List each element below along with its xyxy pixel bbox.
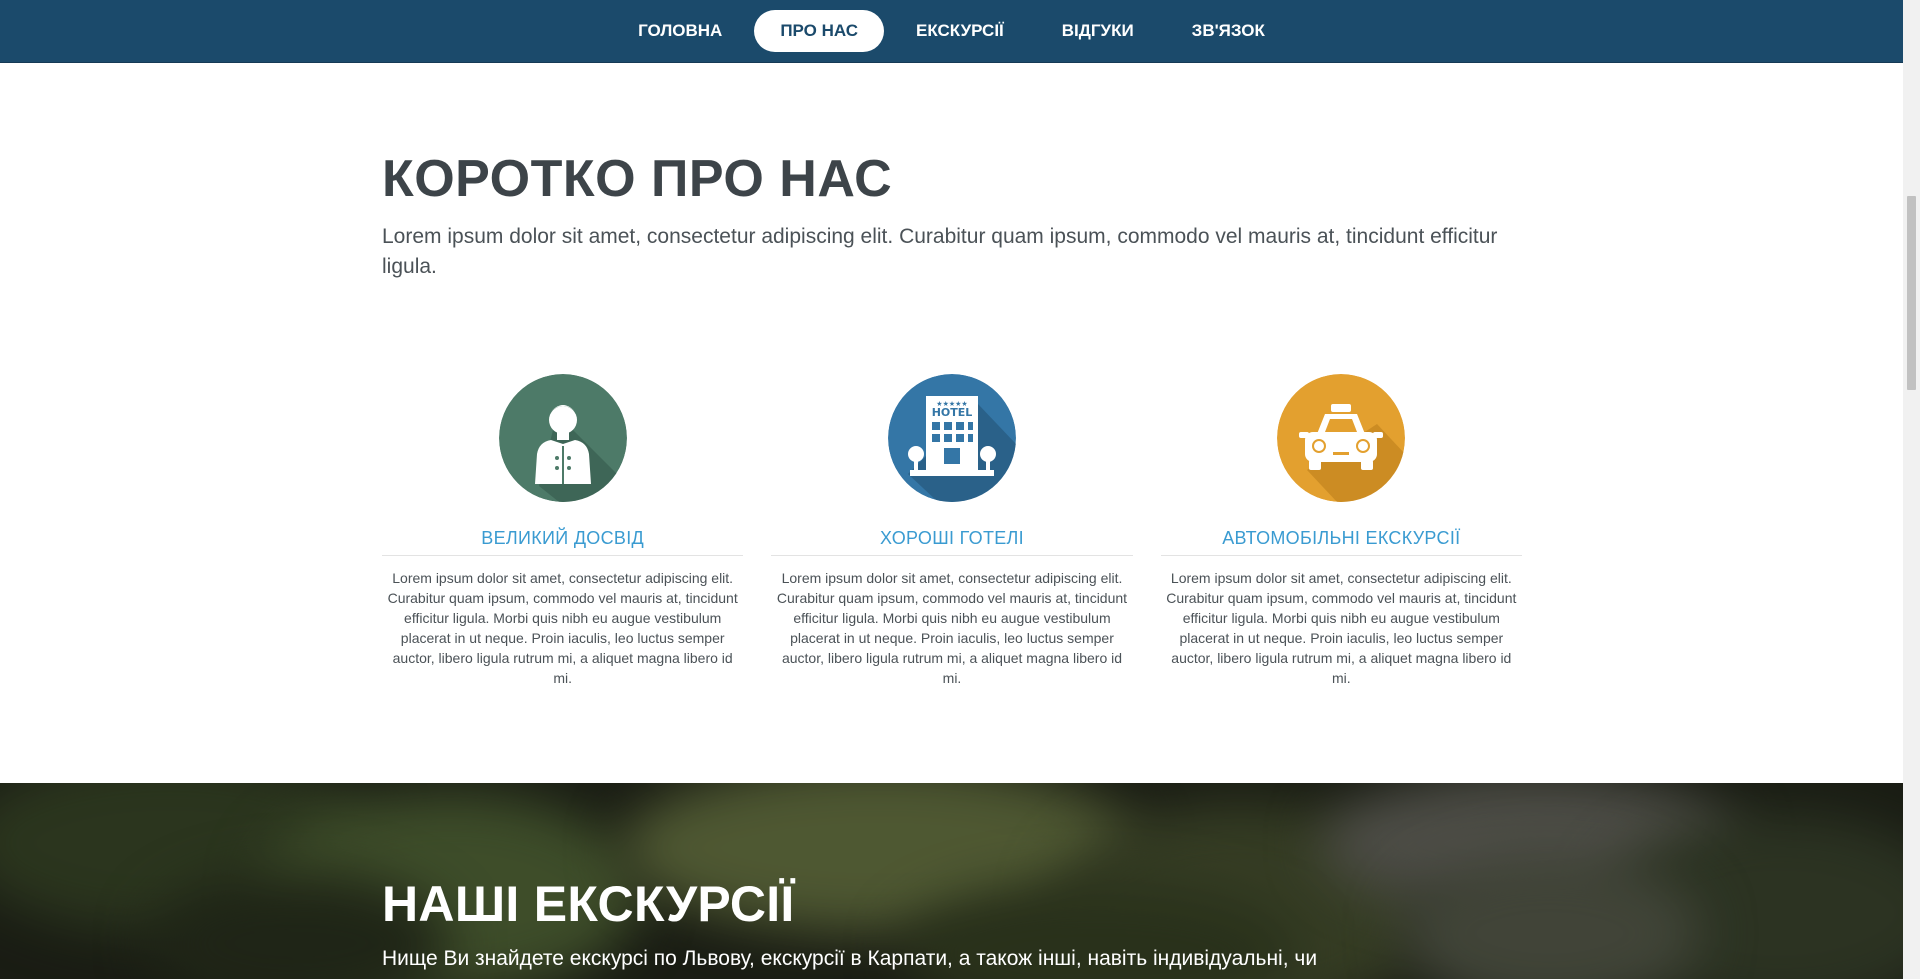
nav-item-reviews[interactable]: ВІДГУКИ	[1036, 10, 1160, 52]
receptionist-icon	[498, 374, 627, 502]
scroll-thumb[interactable]	[1907, 196, 1916, 390]
scrollbar[interactable]	[1903, 0, 1920, 979]
hotel-sign: HOTEL	[932, 406, 973, 419]
nav-menu: ГОЛОВНА ПРО НАС ЕКСКУРСІЇ ВІДГУКИ ЗВ'ЯЗО…	[0, 10, 1903, 52]
feature-title: АВТОМОБІЛЬНІ ЕКСКУРСІЇ	[1160, 528, 1522, 556]
about-lead: Lorem ipsum dolor sit amet, consectetur …	[382, 225, 1498, 279]
feature-text: Lorem ipsum dolor sit amet, consectetur …	[776, 570, 1128, 686]
tours-text: Нище Ви знайдете екскурсі по Львову, екс…	[382, 947, 1318, 970]
feature-text: Lorem ipsum dolor sit amet, consectetur …	[387, 570, 738, 686]
feature-car-tours: АВТОМОБІЛЬНІ ЕКСКУРСІЇ Lorem ipsum dolor…	[1160, 374, 1522, 688]
feature-hotels: ★★★★★ HOTEL ХОРОШІ ГОТЕЛІ Lorem ipsum do…	[771, 374, 1133, 688]
tours-section: НАШІ ЕКСКУРСІЇ Нище Ви знайдете екскурсі…	[0, 783, 1903, 979]
taxi-icon	[1277, 374, 1406, 502]
navbar: ГОЛОВНА ПРО НАС ЕКСКУРСІЇ ВІДГУКИ ЗВ'ЯЗО…	[0, 0, 1903, 63]
hotel-icon: ★★★★★ HOTEL	[887, 374, 1016, 502]
page: ГОЛОВНА ПРО НАС ЕКСКУРСІЇ ВІДГУКИ ЗВ'ЯЗО…	[0, 0, 1903, 979]
nav-item-about[interactable]: ПРО НАС	[754, 10, 884, 52]
feature-text: Lorem ipsum dolor sit amet, consectetur …	[1166, 570, 1517, 686]
about-section: КОРОТКО ПРО НАС Lorem ipsum dolor sit am…	[382, 150, 1522, 282]
nav-item-contact[interactable]: ЗВ'ЯЗОК	[1166, 10, 1291, 52]
tours-title: НАШІ ЕКСКУРСІЇ	[382, 876, 795, 932]
features-row: ВЕЛИКИЙ ДОСВІД Lorem ipsum dolor sit ame…	[382, 374, 1522, 688]
feature-title: ВЕЛИКИЙ ДОСВІД	[382, 528, 744, 556]
nav-item-home[interactable]: ГОЛОВНА	[612, 10, 748, 52]
about-title: КОРОТКО ПРО НАС	[382, 150, 893, 208]
nav-item-tours[interactable]: ЕКСКУРСІЇ	[890, 10, 1030, 52]
feature-experience: ВЕЛИКИЙ ДОСВІД Lorem ipsum dolor sit ame…	[382, 374, 744, 688]
feature-title: ХОРОШІ ГОТЕЛІ	[771, 528, 1133, 556]
